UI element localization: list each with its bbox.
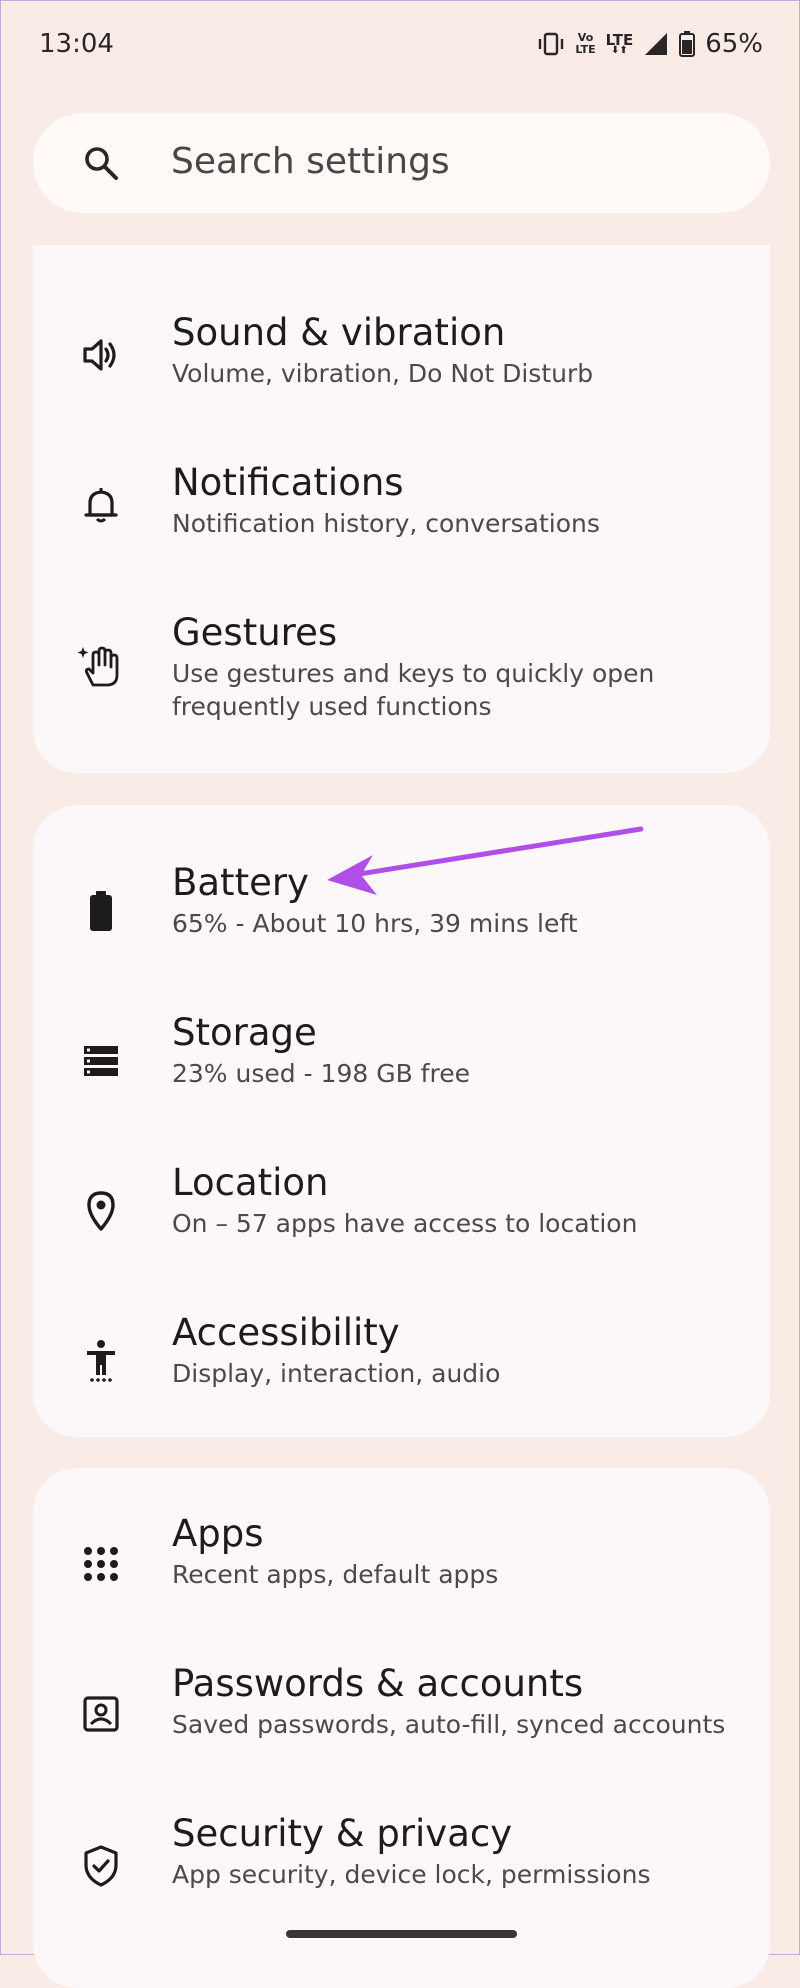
- item-title: Sound & vibration: [172, 311, 506, 354]
- item-subtitle: App security, device lock, permissions: [172, 1860, 651, 1889]
- item-subtitle: Notification history, conversations: [172, 509, 600, 538]
- settings-group-3: Apps Recent apps, default apps Passwords…: [33, 1468, 770, 1988]
- item-subtitle: 65% - About 10 hrs, 39 mins left: [172, 909, 578, 938]
- settings-item-passwords[interactable]: Passwords & accounts Saved passwords, au…: [33, 1658, 770, 1808]
- item-title: Location: [172, 1161, 329, 1204]
- item-subtitle: 23% used - 198 GB free: [172, 1059, 470, 1088]
- item-subtitle: Volume, vibration, Do Not Disturb: [172, 359, 594, 388]
- battery-percentage: 65%: [705, 29, 763, 59]
- vibrate-icon: [537, 32, 565, 56]
- search-placeholder: Search settings: [171, 141, 450, 182]
- home-indicator[interactable]: [286, 1930, 517, 1938]
- item-subtitle: Saved passwords, auto-fill, synced accou…: [172, 1710, 726, 1739]
- settings-group-2: Battery 65% - About 10 hrs, 39 mins left…: [33, 805, 770, 1437]
- volte-icon: Vo LTE: [575, 31, 596, 56]
- storage-icon: [81, 1041, 121, 1081]
- location-pin-icon: [81, 1189, 121, 1231]
- item-subtitle: Use gestures and keys to quickly open fr…: [172, 659, 655, 721]
- battery-status-icon: [679, 31, 696, 57]
- item-title: Accessibility: [172, 1311, 400, 1354]
- item-title: Apps: [172, 1512, 264, 1555]
- shield-check-icon: [81, 1844, 121, 1887]
- settings-item-location[interactable]: Location On – 57 apps have access to loc…: [33, 1145, 770, 1295]
- search-icon: [81, 143, 121, 187]
- lte-icon: LTE ⬇⬆: [605, 31, 634, 56]
- status-bar: 13:04 Vo LTE LTE ⬇⬆ 65%: [1, 1, 800, 89]
- item-subtitle: On – 57 apps have access to location: [172, 1209, 638, 1238]
- status-time: 13:04: [39, 29, 114, 59]
- item-title: Security & privacy: [172, 1812, 513, 1855]
- battery-icon: [81, 889, 121, 931]
- item-title: Battery: [172, 861, 309, 904]
- settings-item-notifications[interactable]: Notifications Notification history, conv…: [33, 435, 770, 585]
- account-box-icon: [81, 1694, 121, 1734]
- signal-icon: [643, 31, 669, 57]
- item-subtitle: Recent apps, default apps: [172, 1560, 499, 1589]
- settings-item-apps[interactable]: Apps Recent apps, default apps: [33, 1508, 770, 1658]
- settings-item-battery[interactable]: Battery 65% - About 10 hrs, 39 mins left: [33, 845, 770, 995]
- settings-item-accessibility[interactable]: Accessibility Display, interaction, audi…: [33, 1295, 770, 1445]
- apps-grid-icon: [81, 1544, 121, 1584]
- item-title: Storage: [172, 1011, 317, 1054]
- item-title: Notifications: [172, 461, 404, 504]
- settings-item-gestures[interactable]: Gestures Use gestures and keys to quickl…: [33, 585, 770, 755]
- settings-group-1: Sound & vibration Volume, vibration, Do …: [33, 245, 770, 773]
- settings-item-sound[interactable]: Sound & vibration Volume, vibration, Do …: [33, 285, 770, 435]
- item-subtitle: Display, interaction, audio: [172, 1359, 501, 1388]
- status-icons: Vo LTE LTE ⬇⬆ 65%: [537, 27, 763, 61]
- item-title: Passwords & accounts: [172, 1662, 584, 1705]
- item-title: Gestures: [172, 611, 338, 654]
- volume-icon: [81, 335, 121, 375]
- bell-icon: [81, 485, 121, 525]
- search-input[interactable]: Search settings: [33, 113, 770, 213]
- settings-item-storage[interactable]: Storage 23% used - 198 GB free: [33, 995, 770, 1145]
- gesture-hand-icon: [77, 645, 121, 689]
- accessibility-icon: [81, 1339, 121, 1382]
